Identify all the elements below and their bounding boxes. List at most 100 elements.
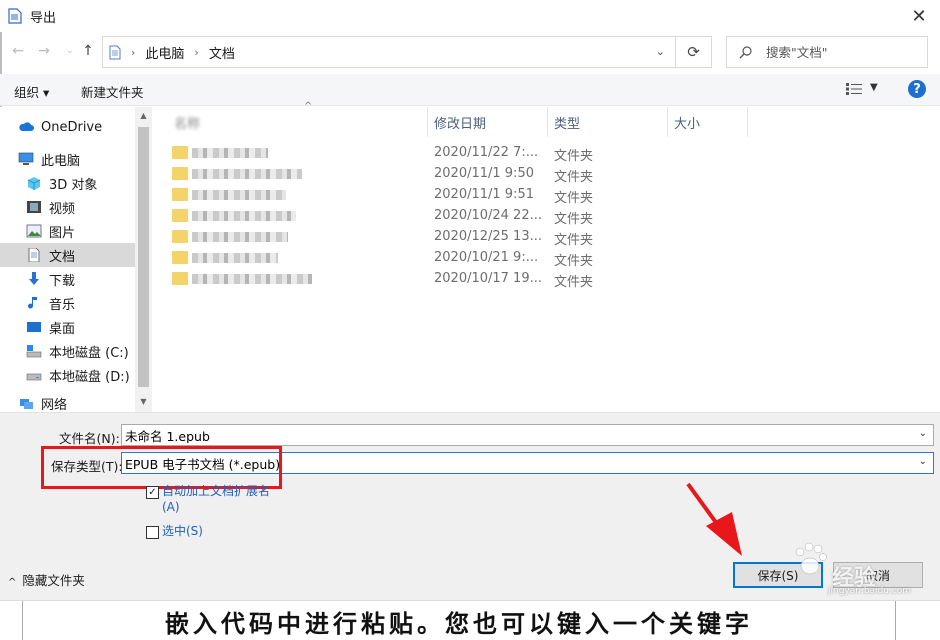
file-row[interactable]: 2020/10/24 22... 文件夹 — [152, 206, 940, 227]
sidebar-item-label: 此电脑 — [41, 153, 81, 169]
sidebar-item-downloads[interactable]: 下载 — [0, 267, 135, 291]
sidebar-item-videos[interactable]: 视频 — [0, 195, 135, 219]
file-modified: 2020/10/21 9:... — [434, 250, 539, 265]
sidebar-scrollbar[interactable]: ▲ ▼ — [135, 107, 152, 412]
chevron-down-icon[interactable]: ⌄ — [919, 456, 927, 467]
folder-icon — [172, 272, 188, 285]
chevron-right-icon: › — [131, 45, 136, 59]
network-icon — [20, 399, 33, 409]
file-type: 文件夹 — [554, 254, 594, 269]
column-header-size[interactable]: 大小 — [668, 107, 748, 137]
blurred-file-name — [192, 190, 286, 200]
scroll-down-icon[interactable]: ▼ — [138, 397, 149, 406]
sidebar-item-onedrive[interactable]: OneDrive — [0, 115, 135, 139]
drive-d-icon — [26, 373, 42, 381]
forward-arrow-icon[interactable]: → — [34, 40, 54, 62]
help-icon[interactable]: ? — [908, 80, 926, 98]
download-icon — [29, 272, 39, 285]
blurred-file-name — [192, 169, 302, 179]
file-modified: 2020/10/17 19... — [434, 271, 542, 286]
hide-folders-toggle[interactable]: ^ 隐藏文件夹 — [8, 570, 85, 589]
desktop-icon — [27, 322, 41, 332]
column-name-label: 名称 — [174, 116, 201, 132]
sidebar-item-label: 文档 — [49, 249, 76, 265]
window-title: 导出 — [30, 10, 57, 26]
sidebar-item-network[interactable]: 网络 — [0, 394, 135, 413]
up-arrow-icon[interactable]: ↑ — [78, 40, 98, 62]
navigation-pane: OneDrive 此电脑 3D 对象 视频 图片 文档 下载 音乐 桌面 本地磁… — [0, 107, 152, 413]
file-modified: 2020/12/25 13... — [434, 229, 542, 244]
cloud-icon — [19, 122, 34, 131]
sidebar-item-label: 本地磁盘 (D:) — [49, 369, 130, 385]
chevron-down-icon[interactable]: ⌄ — [919, 428, 927, 439]
sidebar-item-3d-objects[interactable]: 3D 对象 — [0, 171, 135, 195]
sidebar-item-label: 音乐 — [49, 297, 76, 313]
column-header-modified[interactable]: 修改日期 — [428, 107, 548, 137]
scrollbar-thumb[interactable] — [138, 127, 149, 387]
sidebar-item-drive-d[interactable]: 本地磁盘 (D:) — [0, 363, 135, 387]
sidebar-item-label: 桌面 — [49, 321, 76, 337]
blurred-file-name — [192, 274, 312, 284]
view-options-icon[interactable] — [846, 83, 862, 95]
back-arrow-icon[interactable]: ← — [8, 40, 28, 62]
sidebar-item-desktop[interactable]: 桌面 — [0, 315, 135, 339]
caption-text: 嵌入代码中进行粘贴。您也可以键入一个关键字 — [22, 601, 896, 640]
recent-dropdown-icon[interactable]: ⌄ — [60, 40, 80, 62]
file-type: 文件夹 — [554, 149, 594, 164]
chevron-down-icon[interactable]: ⌄ — [656, 45, 665, 58]
drive-c-icon — [26, 345, 42, 358]
title-bar: 导出 ✕ — [0, 0, 940, 32]
filename-label: 文件名(N): — [59, 431, 120, 446]
selection-label: 选中(S) — [162, 524, 203, 538]
blurred-file-name — [192, 232, 288, 242]
close-button[interactable]: ✕ — [904, 4, 934, 28]
document-icon — [8, 8, 22, 24]
file-row[interactable]: 2020/12/25 13... 文件夹 — [152, 227, 940, 248]
paw-logo-icon — [795, 542, 827, 575]
view-dropdown-icon[interactable]: ▼ — [870, 82, 878, 93]
breadcrumb-documents[interactable]: 文档 — [209, 43, 235, 62]
file-type: 文件夹 — [554, 191, 594, 206]
search-icon — [739, 45, 752, 58]
blurred-file-name — [192, 211, 296, 221]
scroll-up-icon[interactable]: ▲ — [138, 111, 149, 120]
filename-field[interactable]: ⌄ — [121, 424, 934, 446]
file-modified: 2020/11/1 9:51 — [434, 187, 534, 202]
folder-icon — [172, 230, 188, 243]
column-header-name[interactable]: 名称 ^ — [168, 101, 428, 137]
auto-extension-checkbox[interactable]: ✓ — [146, 486, 159, 499]
file-row[interactable]: 2020/10/21 9:... 文件夹 — [152, 248, 940, 269]
address-bar[interactable]: › 此电脑 › 文档 ⌄ — [102, 36, 676, 68]
refresh-button[interactable]: ⟳ — [676, 36, 712, 68]
folder-icon — [172, 146, 188, 159]
filename-input[interactable] — [122, 427, 902, 443]
column-header-type[interactable]: 类型 — [548, 107, 668, 137]
video-icon — [27, 201, 41, 213]
sidebar-item-documents[interactable]: 文档 — [0, 243, 135, 267]
new-folder-button[interactable]: 新建文件夹 — [81, 82, 144, 101]
sidebar-item-drive-c[interactable]: 本地磁盘 (C:) — [0, 339, 135, 363]
file-row[interactable]: 2020/10/17 19... 文件夹 — [152, 269, 940, 290]
file-row[interactable]: 2020/11/1 9:51 文件夹 — [152, 185, 940, 206]
file-row[interactable]: 2020/11/1 9:50 文件夹 — [152, 164, 940, 185]
caption-strip: 嵌入代码中进行粘贴。您也可以键入一个关键字 — [0, 600, 940, 640]
search-box[interactable] — [726, 36, 928, 68]
file-row[interactable]: 2020/11/22 7:... 文件夹 — [152, 143, 940, 164]
computer-icon — [18, 152, 34, 165]
sidebar-item-label: 视频 — [49, 201, 76, 217]
file-modified: 2020/11/22 7:... — [434, 145, 539, 160]
sidebar-item-music[interactable]: 音乐 — [0, 291, 135, 315]
sidebar-item-pictures[interactable]: 图片 — [0, 219, 135, 243]
organize-button[interactable]: 组织 ▾ — [14, 82, 49, 101]
search-input[interactable] — [766, 44, 916, 60]
breadcrumb-this-pc[interactable]: 此电脑 — [145, 43, 184, 62]
auto-extension-label: 自动加上文档扩展名 (A) — [162, 484, 271, 514]
file-type: 文件夹 — [554, 233, 594, 248]
selection-checkbox[interactable] — [146, 526, 159, 539]
address-row: ← → ⌄ ↑ › 此电脑 › 文档 ⌄ ⟳ — [0, 34, 940, 70]
sidebar-item-this-pc[interactable]: 此电脑 — [0, 147, 135, 171]
watermark-url: jingyan.baidu.com — [828, 586, 912, 596]
folder-icon — [172, 251, 188, 264]
toolbar: 组织 ▾ 新建文件夹 ▼ ? — [0, 74, 940, 106]
sidebar-item-label: OneDrive — [41, 119, 103, 135]
